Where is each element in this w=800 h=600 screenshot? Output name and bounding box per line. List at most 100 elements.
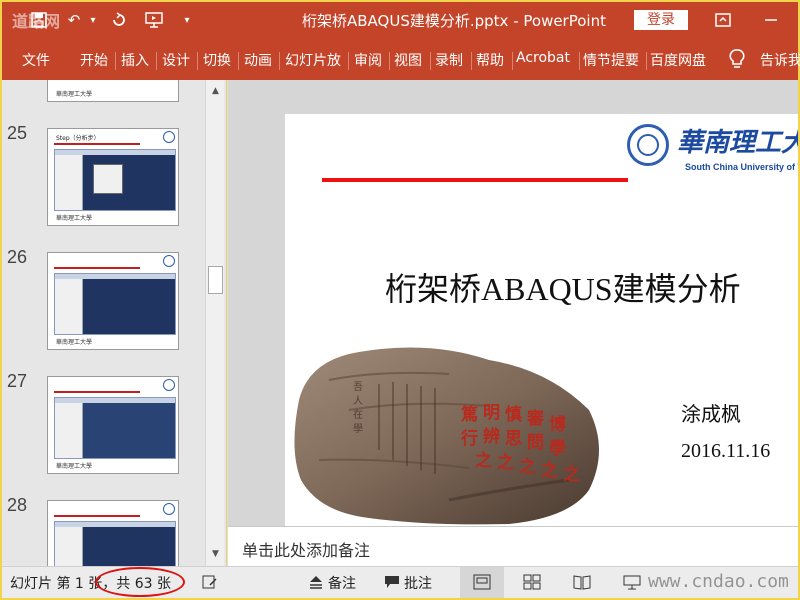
tab-review[interactable]: 审阅 — [354, 50, 382, 70]
svg-text:行: 行 — [460, 428, 478, 449]
thumbnail-screenshot — [54, 521, 176, 566]
tab-separator — [471, 52, 472, 70]
scrollbar-thumb[interactable] — [208, 266, 223, 294]
tab-insert[interactable]: 插入 — [121, 50, 149, 70]
tab-separator — [156, 52, 157, 70]
redo-icon[interactable] — [108, 8, 130, 32]
present-icon[interactable] — [142, 8, 166, 32]
comments-button[interactable]: 批注 — [404, 573, 432, 593]
tab-file[interactable]: 文件 — [22, 50, 50, 70]
minimize-icon[interactable] — [756, 8, 786, 32]
tab-acrobat[interactable]: Acrobat — [516, 50, 570, 66]
slide-thumbnail-24[interactable]: 華南理工大學 — [47, 80, 179, 102]
tab-separator — [197, 52, 198, 70]
svg-text:之: 之 — [497, 452, 514, 473]
svg-text:之: 之 — [519, 456, 536, 477]
site-watermark: www.cndao.com — [648, 571, 789, 592]
thumbnail-red-line — [54, 391, 140, 393]
slide-title[interactable]: 桁架桥ABAQUS建模分析 — [385, 264, 741, 310]
undo-dropdown-icon[interactable]: ▾ — [86, 8, 100, 32]
undo-icon[interactable]: ↶ — [64, 8, 84, 32]
thumbnail-screenshot — [54, 149, 176, 211]
svg-text:學: 學 — [353, 422, 363, 435]
tab-home[interactable]: 开始 — [80, 50, 108, 70]
tab-help[interactable]: 帮助 — [476, 50, 504, 70]
svg-text:在: 在 — [353, 409, 363, 421]
tell-me-search[interactable]: 告诉我 — [760, 50, 800, 70]
slide-number: 26 — [7, 247, 28, 267]
thumbnail-screenshot — [54, 397, 176, 459]
red-highlight-circle — [95, 567, 185, 597]
svg-text:明: 明 — [483, 403, 500, 423]
slide-thumbnail-27[interactable]: 華南理工大學 — [47, 376, 179, 474]
tab-separator — [389, 52, 390, 70]
svg-text:之: 之 — [475, 450, 492, 471]
tab-storyboard[interactable]: 情节提要 — [583, 50, 639, 70]
slide-thumbnail-26[interactable]: 華南理工大學 — [47, 252, 179, 350]
customize-toolbar-icon[interactable]: ▾ — [180, 8, 194, 32]
ribbon-display-options-icon[interactable] — [708, 8, 738, 32]
thumbnail-logo-icon — [163, 503, 175, 515]
thumbnail-scrollbar[interactable]: ▲ ▼ — [205, 80, 224, 566]
reading-view-icon[interactable] — [572, 572, 592, 592]
tab-separator — [115, 52, 116, 70]
slide-sorter-view-icon[interactable] — [522, 572, 542, 592]
svg-text:慎: 慎 — [505, 404, 522, 425]
thumbnail-red-line — [54, 267, 140, 269]
svg-text:篤: 篤 — [461, 404, 478, 425]
university-name-en: South China University of T — [685, 162, 798, 172]
title-bar: 道路网 ↶ ▾ ▾ 桁架桥ABAQUS建模分析.pptx - PowerPoin… — [2, 2, 798, 38]
notes-button[interactable]: 备注 — [328, 573, 356, 593]
slide-thumbnail-25[interactable]: Step（分析步） 華南理工大學 — [47, 128, 179, 226]
svg-text:吾: 吾 — [353, 381, 363, 393]
notes-icon[interactable] — [306, 572, 326, 592]
motto-stone-image: 篤 明 慎 審 博 行 辨 思 問 學 之 之 之 之 之 吾 人 在 學 — [294, 347, 599, 525]
tab-animations[interactable]: 动画 — [244, 50, 272, 70]
tab-separator — [348, 52, 349, 70]
thumbnail-footer: 華南理工大學 — [56, 463, 93, 470]
ribbon-tabs: 文件 开始 插入 设计 切换 动画 幻灯片放 审阅 视图 录制 帮助 Acrob… — [2, 38, 800, 80]
normal-view-button[interactable] — [460, 567, 504, 598]
thumbnail-caption: Step（分析步） — [56, 135, 100, 142]
notes-placeholder[interactable]: 单击此处添加备注 — [242, 537, 370, 561]
comments-icon[interactable] — [382, 572, 402, 592]
slide-thumbnail-28[interactable] — [47, 500, 179, 566]
svg-text:思: 思 — [505, 429, 522, 449]
save-icon[interactable] — [28, 8, 50, 32]
lightbulb-icon[interactable] — [726, 48, 748, 70]
thumbnail-red-line — [54, 143, 140, 145]
slide-number: 28 — [7, 495, 28, 515]
tab-record[interactable]: 录制 — [435, 50, 463, 70]
tab-design[interactable]: 设计 — [162, 50, 190, 70]
thumbnail-footer: 華南理工大學 — [56, 339, 93, 346]
scroll-up-icon[interactable]: ▲ — [206, 82, 225, 100]
tab-slideshow[interactable]: 幻灯片放 — [285, 50, 341, 70]
accessibility-check-icon[interactable] — [200, 572, 220, 592]
slide-date[interactable]: 2016.11.16 — [681, 440, 770, 463]
slideshow-view-icon[interactable] — [622, 572, 642, 592]
tab-view[interactable]: 视图 — [394, 50, 422, 70]
svg-text:學: 學 — [549, 439, 566, 459]
scroll-down-icon[interactable]: ▼ — [206, 545, 225, 563]
svg-text:審: 審 — [526, 408, 545, 429]
svg-text:之: 之 — [541, 460, 558, 481]
university-name-cn: 華南理工大 — [677, 128, 798, 158]
svg-text:辨: 辨 — [483, 426, 500, 447]
svg-text:博: 博 — [549, 414, 566, 435]
svg-text:人: 人 — [353, 395, 363, 407]
normal-view-icon — [473, 574, 491, 590]
slide-author[interactable]: 涂成枫 — [681, 398, 741, 427]
notes-pane[interactable]: 单击此处添加备注 — [228, 526, 798, 566]
thumbnail-logo-icon — [163, 131, 175, 143]
thumbnail-logo-icon — [163, 255, 175, 267]
tab-separator — [579, 52, 580, 70]
slide-canvas[interactable]: 華南理工大 South China University of T 桁架桥ABA… — [285, 114, 798, 526]
tab-baidu-netdisk[interactable]: 百度网盘 — [650, 50, 706, 70]
login-button[interactable]: 登录 — [634, 10, 688, 30]
slide-thumbnail-pane: 華南理工大學 25 Step（分析步） 華南理工大學 26 華南理工大學 27 … — [2, 80, 227, 566]
tab-transitions[interactable]: 切换 — [203, 50, 231, 70]
thumbnail-logo-icon — [163, 379, 175, 391]
tab-separator — [430, 52, 431, 70]
svg-text:問: 問 — [527, 433, 544, 453]
tab-separator — [512, 52, 513, 70]
